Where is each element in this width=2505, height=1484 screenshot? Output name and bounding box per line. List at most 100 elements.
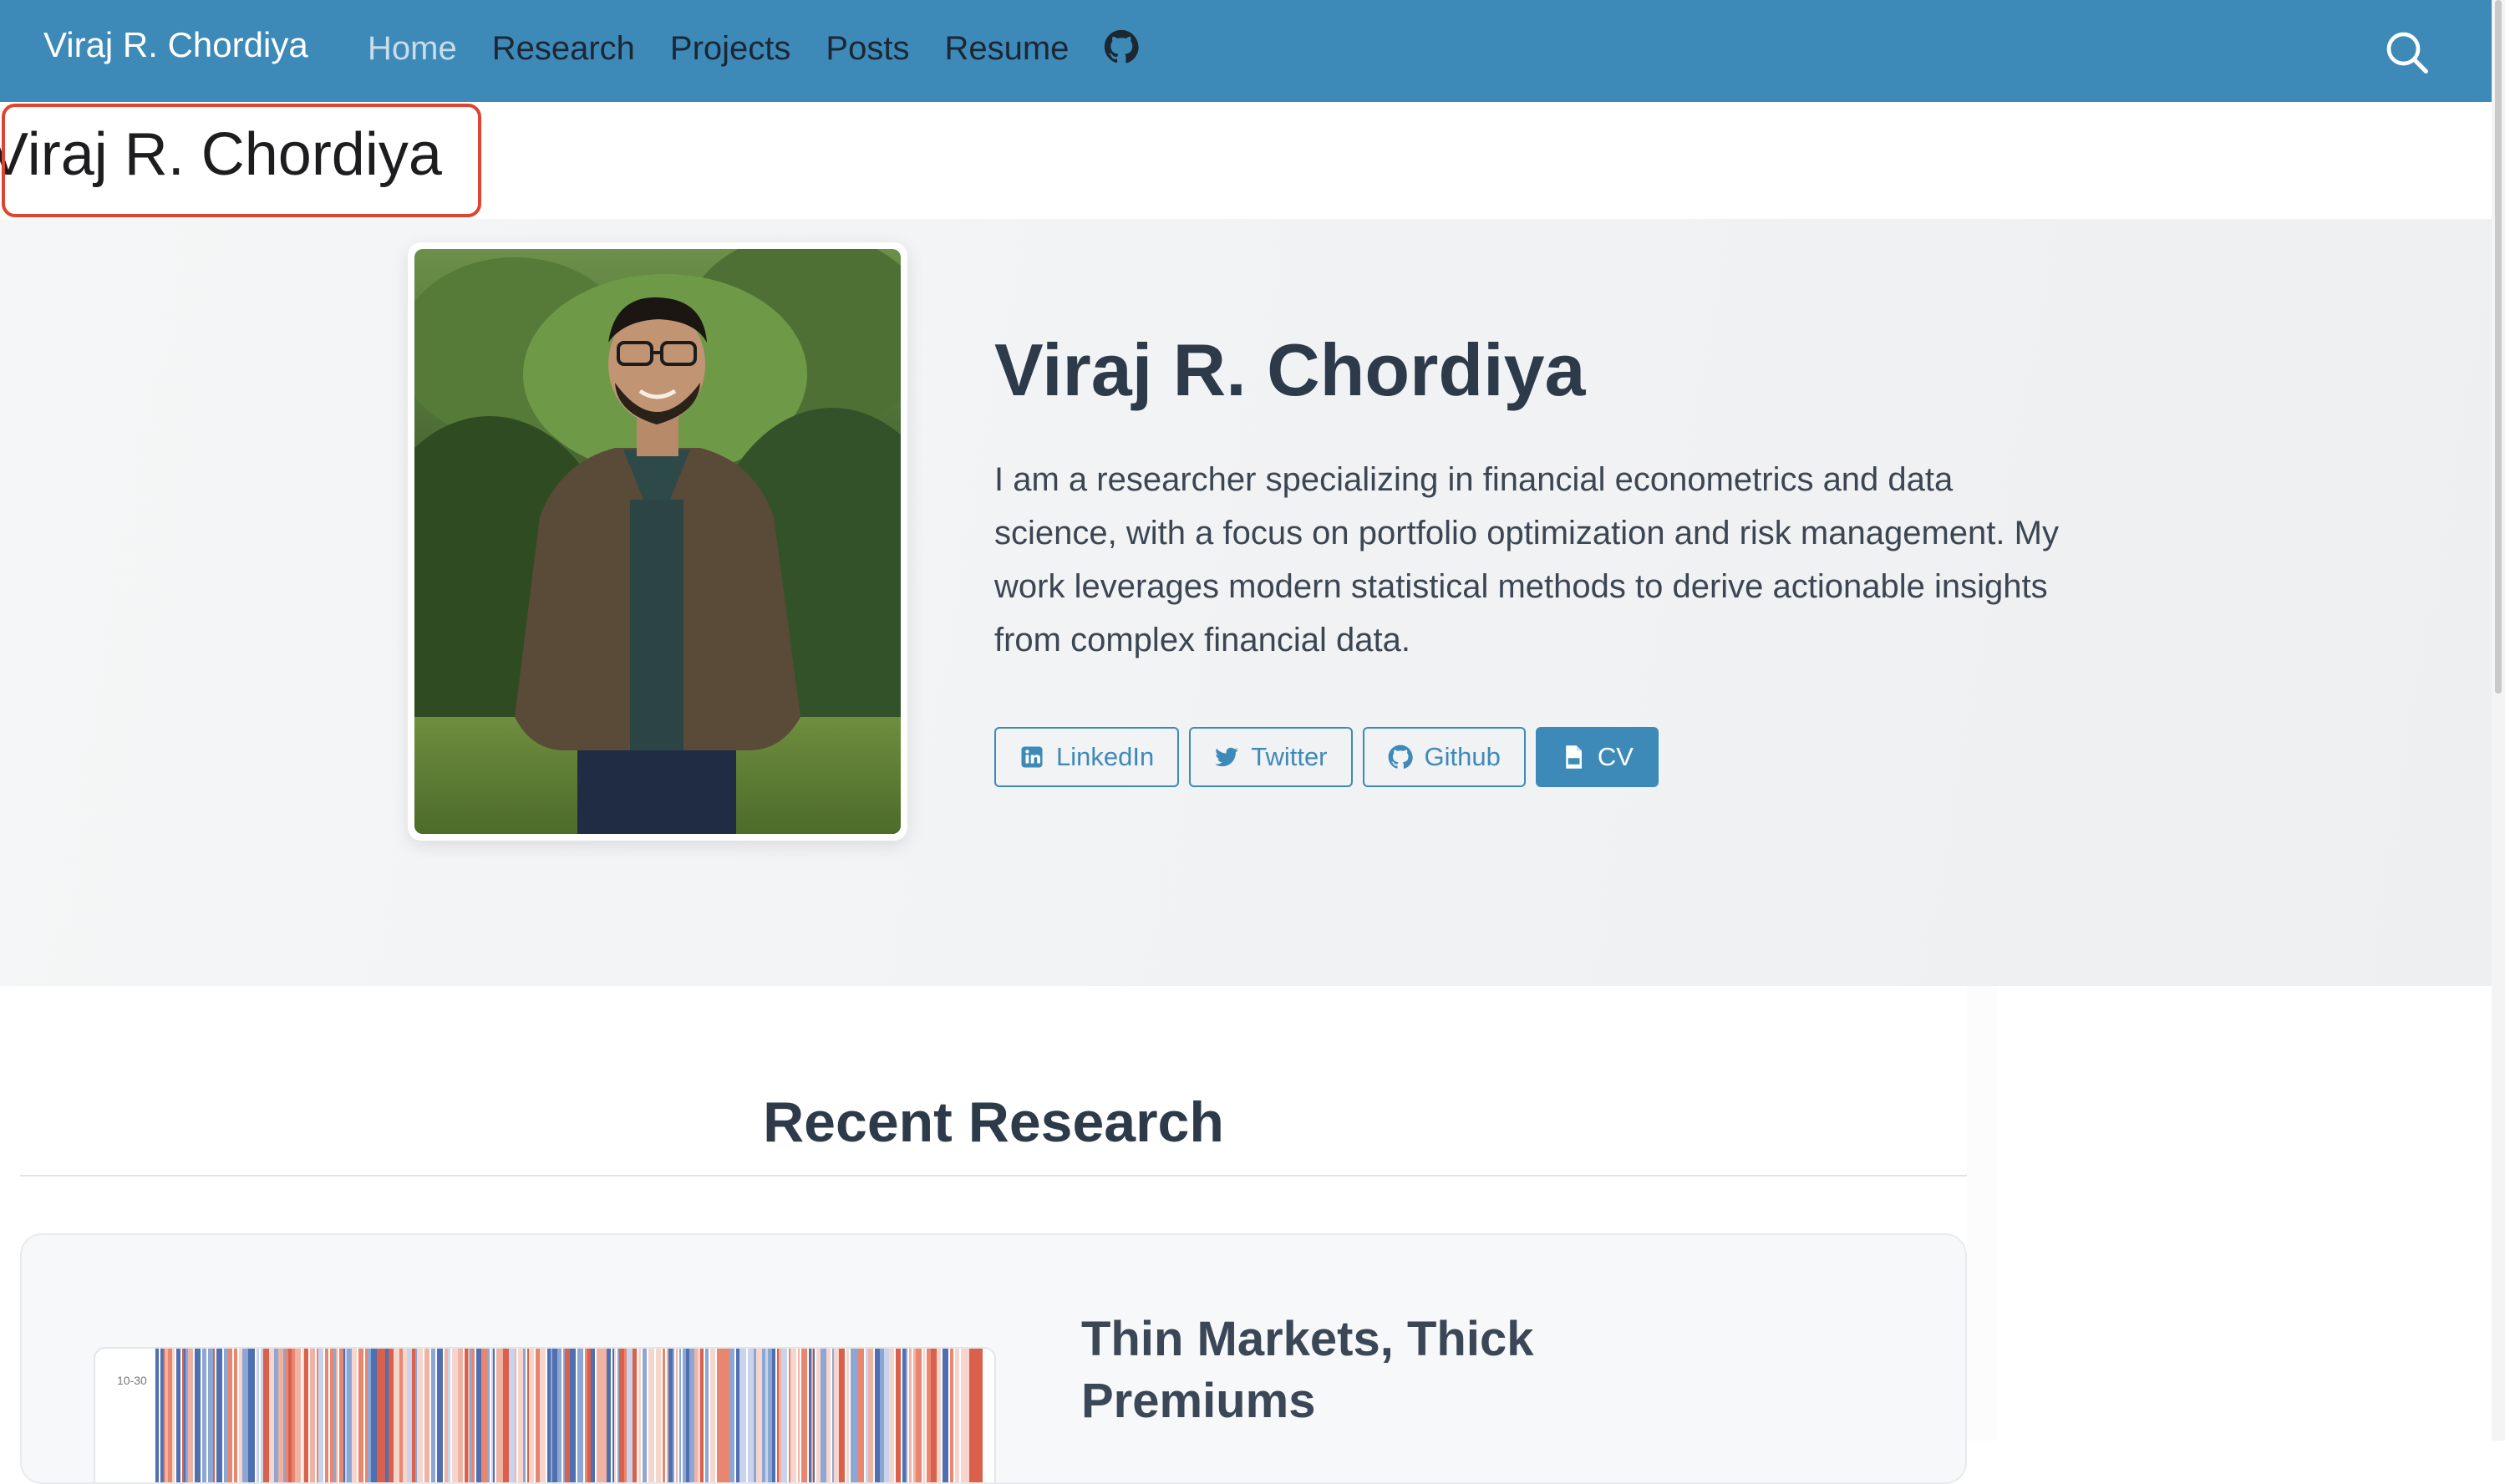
heatmap-stripe: [317, 1349, 318, 1482]
heatmap-stripe: [252, 1349, 255, 1482]
heatmap-stripe: [263, 1349, 269, 1482]
nav-projects[interactable]: Projects: [670, 25, 791, 72]
heatmap-stripe: [325, 1349, 328, 1482]
heatmap-stripe: [242, 1349, 248, 1482]
heatmap-stripe: [739, 1349, 741, 1482]
heatmap-stripe: [565, 1349, 570, 1482]
heatmap-stripe: [909, 1349, 912, 1482]
heatmap-stripe: [358, 1349, 362, 1482]
research-title[interactable]: Thin Markets, Thick Premiums: [1081, 1309, 1666, 1432]
site-brand[interactable]: Viraj R. Chordiya: [43, 25, 308, 65]
heatmap-stripe: [176, 1349, 180, 1482]
research-card[interactable]: 10-30 Thin Markets, Thick Premiums: [20, 1233, 1967, 1484]
heatmap-stripe: [727, 1349, 729, 1482]
heatmap-stripe: [278, 1349, 283, 1482]
heatmap-stripe: [285, 1349, 288, 1482]
scrollbar-thumb[interactable]: [2495, 0, 2502, 694]
heatmap-stripe: [627, 1349, 633, 1482]
heatmap-stripe: [202, 1349, 206, 1482]
linkedin-button[interactable]: LinkedIn: [994, 727, 1180, 787]
heatmap-stripe: [858, 1349, 864, 1482]
heatmap-stripe: [412, 1349, 415, 1482]
heatmap-stripe: [228, 1349, 232, 1482]
heatmap-stripe: [465, 1349, 468, 1482]
search-icon[interactable]: [2383, 28, 2430, 75]
heatmap-stripe: [557, 1349, 561, 1482]
research-thumbnail[interactable]: 10-30: [94, 1347, 996, 1482]
heatmap-stripe: [216, 1349, 222, 1482]
heatmap-stripe: [809, 1349, 811, 1482]
heatmap-stripe: [336, 1349, 338, 1482]
focus-highlight: [2, 104, 481, 217]
nav-resume[interactable]: Resume: [944, 25, 1069, 72]
heatmap-stripe: [415, 1349, 417, 1482]
heatmap-stripe: [777, 1349, 779, 1482]
heatmap-stripe: [437, 1349, 443, 1482]
github-button[interactable]: Github: [1362, 727, 1526, 787]
heatmap-stripe: [493, 1349, 495, 1482]
heatmap-stripe: [347, 1349, 352, 1482]
heatmap-stripe: [496, 1349, 500, 1482]
heatmap-stripe: [619, 1349, 624, 1482]
heatmap-stripe: [875, 1349, 880, 1482]
heatmap-stripe: [540, 1349, 546, 1482]
heatmap-stripe: [182, 1349, 184, 1482]
heatmap-stripe: [274, 1349, 276, 1482]
heatmap-stripe: [600, 1349, 602, 1482]
heatmap-stripe: [683, 1349, 686, 1482]
heatmap-stripe: [515, 1349, 516, 1482]
heatmap-stripe: [821, 1349, 826, 1482]
linkedin-icon: [1021, 746, 1043, 768]
heatmap-stripe: [470, 1349, 472, 1482]
heatmap-stripe: [377, 1349, 379, 1482]
heatmap-stripe: [722, 1349, 727, 1482]
heatmap-stripe: [772, 1349, 774, 1482]
heatmap-stripe: [913, 1349, 916, 1482]
heatmap-stripe: [523, 1349, 526, 1482]
heatmap-stripe: [365, 1349, 368, 1482]
heatmap-stripe: [781, 1349, 784, 1482]
heatmap-stripe: [826, 1349, 831, 1482]
heatmap-stripe: [741, 1349, 746, 1482]
nav-posts[interactable]: Posts: [826, 25, 909, 72]
nav-home[interactable]: Home: [368, 25, 457, 72]
section-divider: [20, 1175, 1967, 1177]
heatmap-stripe: [748, 1349, 754, 1482]
twitter-button[interactable]: Twitter: [1189, 727, 1353, 787]
social-links: LinkedIn Twitter Github CV: [994, 727, 1669, 787]
github-label: Github: [1424, 742, 1501, 771]
heatmap-stripe: [213, 1349, 215, 1482]
heatmap-stripe: [491, 1349, 493, 1482]
nav-research[interactable]: Research: [492, 25, 635, 72]
heatmap-stripe: [487, 1349, 490, 1482]
heatmap-stripe: [839, 1349, 845, 1482]
heatmap-stripe: [261, 1349, 263, 1482]
heatmap-stripe: [248, 1349, 252, 1482]
heatmap-stripe: [889, 1349, 894, 1482]
heatmap-stripe: [966, 1349, 969, 1482]
heatmap-stripe: [832, 1349, 834, 1482]
heatmap-stripe: [717, 1349, 722, 1482]
github-icon[interactable]: [1104, 29, 1140, 64]
heatmap-stripe: [679, 1349, 681, 1482]
heatmap-stripe: [302, 1349, 304, 1482]
heatmap-stripe: [184, 1349, 185, 1482]
top-navbar: Viraj R. Chordiya Home Research Projects…: [0, 0, 2492, 102]
thumbnail-axis-label: 10-30: [117, 1374, 147, 1387]
cv-button[interactable]: CV: [1535, 727, 1659, 787]
heatmap-stripe: [591, 1349, 595, 1482]
heatmap-stripe: [638, 1349, 641, 1482]
heatmap-stripe: [448, 1349, 450, 1482]
cv-label: CV: [1597, 742, 1634, 771]
recent-research-heading: Recent Research: [763, 1090, 1224, 1154]
heatmap-stripe: [536, 1349, 540, 1482]
heatmap-stripe: [597, 1349, 600, 1482]
heatmap-stripe: [468, 1349, 470, 1482]
heatmap-stripe: [570, 1349, 576, 1482]
heatmap-stripe: [880, 1349, 884, 1482]
heatmap-stripe: [902, 1349, 906, 1482]
heatmap-stripe: [884, 1349, 889, 1482]
heatmap-stripe: [304, 1349, 308, 1482]
heatmap-stripe: [633, 1349, 637, 1482]
heatmap-stripe: [503, 1349, 509, 1482]
